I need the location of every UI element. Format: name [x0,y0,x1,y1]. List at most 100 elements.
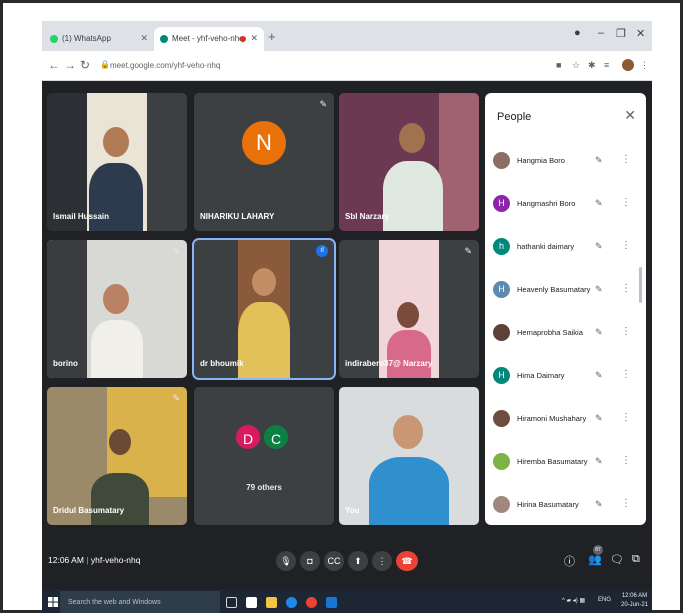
more-options-icon[interactable]: ⋮ [621,412,631,423]
more-options-icon[interactable]: ⋮ [621,455,631,466]
windows-taskbar: Search the web and Windows ^ ▰ ◂) ▦ ENG … [42,589,652,613]
star-icon[interactable]: ☆ [572,60,580,71]
people-list-item[interactable]: Hiremba Basumatary ✎ ⋮ [485,444,646,487]
participant-name: Hirina Basumatary [517,500,579,509]
people-list-item[interactable]: Hirina Basumatary ✎ ⋮ [485,487,646,525]
tab-title: (1) WhatsApp [62,34,111,43]
participant-name: dr bhoumik [200,359,244,368]
mic-off-icon[interactable]: ✎ [595,413,603,424]
tab-whatsapp[interactable]: (1) WhatsApp ✕ [44,27,154,51]
restore-icon[interactable]: ❐ [616,27,626,40]
reload-icon[interactable]: ↻ [80,58,90,72]
people-list-item[interactable]: Hiramoni Mushahary ✎ ⋮ [485,401,646,444]
edge-icon[interactable] [286,597,297,608]
participant-tile-active-speaker[interactable]: ıl dr bhoumik [192,238,336,380]
people-icon[interactable]: 👥 [588,553,602,566]
participant-name: You [345,506,360,515]
participant-avatar: h [493,238,510,255]
participant-tile-others[interactable]: D C 79 others [194,387,334,525]
desktop-screen: (1) WhatsApp ✕ Meet - yhf-veho-nhq ✕ + ●… [42,21,652,613]
media-icon[interactable]: ≡ [604,60,609,70]
extensions-icon[interactable]: ✱ [588,60,596,71]
mic-off-icon[interactable]: ✎ [595,241,603,252]
present-screen-icon[interactable]: ⬆ [348,551,368,571]
taskbar-search[interactable]: Search the web and Windows [60,591,220,613]
participant-name: borino [53,359,78,368]
recording-icon [240,36,246,42]
more-options-icon[interactable]: ⋮ [621,283,631,294]
participant-count-badge: 87 [593,545,603,555]
mic-off-icon[interactable]: ✎ [595,499,603,510]
chrome-icon[interactable] [306,597,317,608]
mic-off-icon[interactable]: ✎ [595,456,603,467]
person-head [109,429,131,455]
close-icon[interactable]: ✕ [636,27,645,40]
mic-off-icon[interactable]: ✎ [595,327,603,338]
more-options-icon[interactable]: ⋮ [621,498,631,509]
tab-meet[interactable]: Meet - yhf-veho-nhq ✕ [154,27,264,51]
people-list-item[interactable]: Hangmia Boro ✎ ⋮ [485,143,646,186]
more-options-icon[interactable]: ⋮ [621,197,631,208]
taskbar-clock[interactable]: 12:06 AM 20-Jun-21 [621,592,648,610]
participant-avatar [493,496,510,513]
close-tab-icon[interactable]: ✕ [250,33,258,44]
mic-off-icon[interactable]: ✎ [595,198,603,209]
participant-tile[interactable]: ✎ indirabero37@ Narzary [339,240,479,378]
clock-time: 12:06 AM [621,593,648,599]
task-view-icon[interactable] [226,597,237,608]
profile-dot-icon[interactable]: ● [574,27,581,39]
windows-start-icon[interactable] [48,597,58,607]
info-icon[interactable]: ⓘ [564,553,575,569]
mic-off-icon: ✎ [172,246,180,256]
mic-off-icon[interactable]: ✎ [595,370,603,381]
participant-name: Hima Daimary [517,371,565,380]
mic-off-icon[interactable]: ✎ [595,284,603,295]
camera-permission-icon[interactable]: ■ [556,60,561,70]
close-icon[interactable]: ✕ [624,107,636,124]
others-count: 79 others [246,483,282,492]
people-list-item[interactable]: Hemaprobha Saikia ✎ ⋮ [485,315,646,358]
people-list-item[interactable]: h hathanki daimary ✎ ⋮ [485,229,646,272]
clock-date: 20-Jun-21 [621,602,649,608]
profile-avatar[interactable] [622,59,634,71]
mic-icon[interactable]: 🎙 [276,551,296,571]
panel-scrollbar[interactable] [639,267,642,303]
video-feed [439,93,479,231]
minimize-icon[interactable]: – [598,27,604,39]
participant-tile[interactable]: N ✎ NIHARIKU LAHARY [194,93,334,231]
people-list-item[interactable]: H Hangmashri Boro ✎ ⋮ [485,186,646,229]
file-icon[interactable] [246,597,257,608]
participant-tile[interactable]: ✎ Dridul Basumatary [47,387,187,525]
participant-tile[interactable]: Ismail Hussain [47,93,187,231]
language-indicator[interactable]: ENG [598,597,611,603]
more-options-icon[interactable]: ⋮ [621,326,631,337]
more-options-icon[interactable]: ⋮ [621,154,631,165]
back-arrow-icon[interactable]: ← [48,58,60,72]
address-bar[interactable]: 🔒 meet.google.com/yhf-veho-nhq [100,57,520,75]
close-tab-icon[interactable]: ✕ [140,33,148,44]
plus-icon[interactable]: + [268,29,276,44]
more-options-icon[interactable]: ⋮ [621,369,631,380]
chat-icon[interactable]: 🗨 [610,553,624,566]
captions-icon[interactable]: CC [324,551,344,571]
participant-tile[interactable]: ✎ borino [47,240,187,378]
forward-arrow-icon[interactable]: → [64,58,76,72]
person-head [252,268,276,296]
participant-tile[interactable]: Sbl Narzary [339,93,479,231]
file-explorer-icon[interactable] [266,597,277,608]
participant-tile-self[interactable]: You [339,387,479,525]
people-list-item[interactable]: H Hima Daimary ✎ ⋮ [485,358,646,401]
more-options-icon[interactable]: ⋮ [621,240,631,251]
more-options-icon[interactable]: ⋮ [372,551,392,571]
participant-avatar [493,410,510,427]
person-body [238,302,290,378]
menu-icon[interactable]: ⋮ [640,60,649,71]
participant-name: Sbl Narzary [345,212,390,221]
end-call-button[interactable]: ☎ [396,551,418,571]
people-list-item[interactable]: H Heavenly Basumatary ✎ ⋮ [485,272,646,315]
app-icon[interactable] [326,597,337,608]
activities-icon[interactable]: ⧉ [632,553,640,566]
camera-icon[interactable]: ◘ [300,551,320,571]
tray-icons[interactable]: ^ ▰ ◂) ▦ [562,597,585,604]
mic-off-icon[interactable]: ✎ [595,155,603,166]
